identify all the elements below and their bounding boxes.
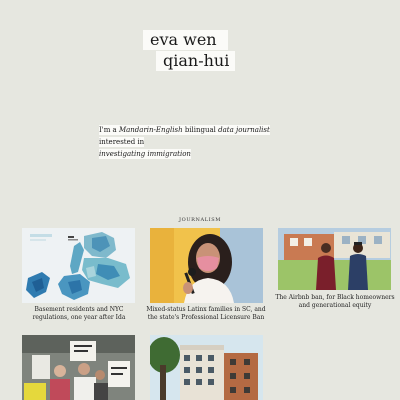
article-caption[interactable]: The Airbnb ban, for Black homeowners and… bbox=[274, 294, 396, 309]
article-caption[interactable]: Basement residents and NYC regulations, … bbox=[20, 306, 138, 321]
protest-photo-image bbox=[22, 335, 135, 400]
bio-part-2: bilingual bbox=[182, 126, 219, 134]
article-thumbnail-map[interactable] bbox=[22, 228, 135, 303]
name-line-2: qian-hui bbox=[156, 51, 235, 71]
bio-emphasis-topic: investigating immigration bbox=[99, 150, 191, 158]
name-line-1: eva wen bbox=[143, 30, 228, 50]
article-thumbnail-homeowners[interactable] bbox=[278, 228, 391, 290]
nyc-map-image bbox=[22, 228, 135, 303]
bio-emphasis-language: Mandarin-English bbox=[118, 126, 183, 134]
bio-emphasis-role: data journalist bbox=[218, 126, 270, 134]
article-thumbnail-speaker[interactable] bbox=[150, 228, 263, 303]
bio-text: I'm a Mandarin-English bilingual data jo… bbox=[99, 124, 289, 160]
article-thumbnail-protest[interactable] bbox=[22, 335, 135, 400]
article-thumbnail-building[interactable] bbox=[150, 335, 263, 400]
bio-part-1: I'm a bbox=[99, 126, 119, 134]
bio-part-3: interested in bbox=[99, 138, 145, 146]
article-caption[interactable]: Mixed-status Latinx families in SC, and … bbox=[146, 306, 266, 321]
section-label-journalism: JOURNALISM bbox=[179, 217, 221, 223]
homeowners-photo-image bbox=[278, 228, 391, 290]
speaker-photo-image bbox=[150, 228, 263, 303]
building-photo-image bbox=[150, 335, 263, 400]
